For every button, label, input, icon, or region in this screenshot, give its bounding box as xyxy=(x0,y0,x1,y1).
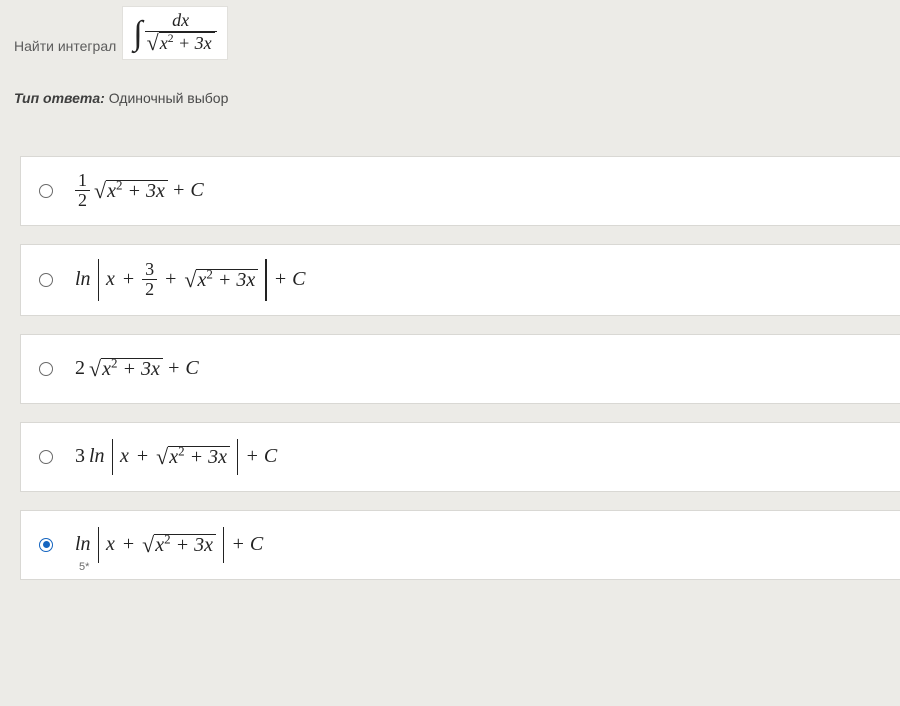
ln-label: ln xyxy=(75,268,91,291)
sqrt-icon: √ xyxy=(94,182,106,200)
rad-var: x xyxy=(102,358,111,380)
plus-sign: + xyxy=(119,533,138,556)
rad-var: x xyxy=(107,180,116,202)
frac-den: 2 xyxy=(142,279,157,299)
rad-exp: 2 xyxy=(164,532,171,547)
rad-tail: + 3x xyxy=(218,269,255,291)
sqrt-icon: √ xyxy=(184,271,196,289)
abs-bar-icon xyxy=(98,259,99,301)
x-var: x xyxy=(120,445,129,468)
rad-var: x xyxy=(155,534,164,556)
option-1[interactable]: 1 2 √ x2 + 3x + C xyxy=(20,156,900,226)
radio-5[interactable] xyxy=(39,538,53,552)
option-5[interactable]: ln x + √ x2 + 3x + C 5* xyxy=(20,510,900,580)
plus-sign: + xyxy=(161,268,180,291)
coef-3: 3 xyxy=(75,445,85,468)
sqrt-wrap: √ x2 + 3x xyxy=(184,269,258,290)
sqrt-body: x2 + 3x xyxy=(168,446,230,467)
sqrt-icon: √ xyxy=(142,536,154,554)
option-5-expression: ln x + √ x2 + 3x + C xyxy=(75,527,263,563)
options-list: 1 2 √ x2 + 3x + C ln x + xyxy=(0,156,900,580)
ln-label: ln xyxy=(75,533,91,556)
const-c: + C xyxy=(245,445,277,468)
const-c: + C xyxy=(231,533,263,556)
x-var: x xyxy=(106,533,115,556)
coef-2: 2 xyxy=(75,357,85,380)
rad-tail: + 3x xyxy=(176,534,213,556)
abs-bar-icon xyxy=(98,527,99,563)
rad-exp: 2 xyxy=(116,178,123,193)
rad-tail: + 3x xyxy=(178,33,212,53)
sqrt-icon: √ xyxy=(156,448,168,466)
rad-var: x xyxy=(160,33,168,53)
abs-bar-icon xyxy=(223,527,224,563)
sqrt-wrap: √ x2 + 3x xyxy=(89,358,163,379)
option-4-expression: 3 ln x + √ x2 + 3x + C xyxy=(75,439,277,475)
sqrt-icon: √ xyxy=(147,34,159,52)
const-c: + C xyxy=(167,357,199,380)
answer-type-label: Тип ответа: xyxy=(14,90,105,106)
ln-label: ln xyxy=(89,445,105,468)
radio-2[interactable] xyxy=(39,273,53,287)
x-var: x xyxy=(106,268,115,291)
question-row: Найти интеграл ∫ dx √ x2 + 3x xyxy=(0,6,900,60)
option-1-expression: 1 2 √ x2 + 3x + C xyxy=(75,171,204,210)
integrand-numer: dx xyxy=(170,11,191,31)
integrand-fraction: dx √ x2 + 3x xyxy=(145,11,217,53)
sqrt-icon: √ xyxy=(89,360,101,378)
radio-4[interactable] xyxy=(39,450,53,464)
rad-tail: + 3x xyxy=(127,180,164,202)
sqrt-wrap: √ x2 + 3x xyxy=(142,534,216,555)
abs-bar-icon xyxy=(265,259,266,301)
plus-sign: + xyxy=(133,445,152,468)
sqrt-wrap: √ x2 + 3x xyxy=(94,180,168,201)
option-4[interactable]: 3 ln x + √ x2 + 3x + C xyxy=(20,422,900,492)
sqrt-body: x2 + 3x xyxy=(101,358,163,379)
sqrt-body: x2 + 3x xyxy=(154,534,216,555)
abs-bar-icon xyxy=(237,439,238,475)
answer-type-row: Тип ответа: Одиночный выбор xyxy=(0,60,900,106)
frac-num: 3 xyxy=(142,260,157,279)
radio-3[interactable] xyxy=(39,362,53,376)
option-2[interactable]: ln x + 3 2 + √ x2 + 3x + C xyxy=(20,244,900,316)
sqrt-wrap: √ x2 + 3x xyxy=(147,32,215,53)
abs-bar-icon xyxy=(112,439,113,475)
rad-var: x xyxy=(169,446,178,468)
frac-den: 2 xyxy=(75,190,90,210)
three-halves-fraction: 3 2 xyxy=(142,260,157,299)
option-3[interactable]: 2 √ x2 + 3x + C xyxy=(20,334,900,404)
sqrt-body: x2 + 3x xyxy=(196,269,258,290)
question-prefix: Найти интеграл xyxy=(14,38,116,60)
quiz-page: Найти интеграл ∫ dx √ x2 + 3x Тип ответа… xyxy=(0,6,900,580)
rad-exp: 2 xyxy=(111,356,118,371)
rad-exp: 2 xyxy=(168,32,174,45)
rad-tail: + 3x xyxy=(190,446,227,468)
rad-exp: 2 xyxy=(178,444,185,459)
option-2-expression: ln x + 3 2 + √ x2 + 3x + C xyxy=(75,259,305,301)
option-3-expression: 2 √ x2 + 3x + C xyxy=(75,357,199,380)
option-5-footnote: 5* xyxy=(79,561,89,573)
sqrt-body: x2 + 3x xyxy=(159,32,215,53)
rad-exp: 2 xyxy=(206,267,213,282)
sqrt-wrap: √ x2 + 3x xyxy=(156,446,230,467)
const-c: + C xyxy=(172,179,204,202)
const-c: + C xyxy=(274,268,306,291)
rad-tail: + 3x xyxy=(122,358,159,380)
integral-sign-icon: ∫ xyxy=(133,17,144,51)
frac-num: 1 xyxy=(75,171,90,190)
radio-1[interactable] xyxy=(39,184,53,198)
plus-sign: + xyxy=(119,268,138,291)
sqrt-body: x2 + 3x xyxy=(106,180,168,201)
integral-expression: ∫ dx √ x2 + 3x xyxy=(122,6,227,60)
integrand-denom: √ x2 + 3x xyxy=(145,31,217,53)
half-fraction: 1 2 xyxy=(75,171,90,210)
answer-type-value: Одиночный выбор xyxy=(109,90,229,106)
